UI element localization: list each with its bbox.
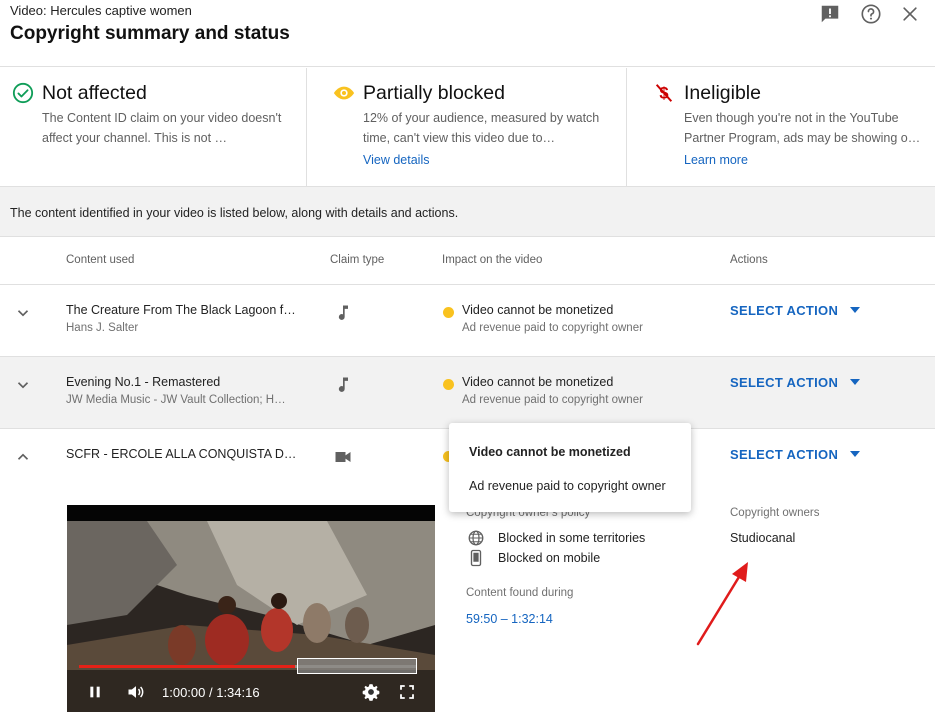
select-action-button[interactable]: SELECT ACTION — [730, 303, 838, 318]
help-icon[interactable] — [859, 2, 883, 26]
chevron-down-icon[interactable] — [14, 304, 32, 322]
column-header-claim-type: Claim type — [330, 254, 385, 266]
caret-down-icon[interactable] — [850, 307, 860, 313]
music-note-icon — [338, 305, 348, 320]
select-action-button[interactable]: SELECT ACTION — [730, 447, 838, 462]
video-frame-image — [67, 505, 435, 712]
dialog-header: Video: Hercules captive women Copyright … — [0, 0, 935, 67]
card-text: 12% of your audience, measured by watch … — [363, 111, 600, 145]
policy-item: Blocked on mobile — [498, 551, 601, 565]
settings-button[interactable] — [361, 682, 381, 702]
progress-bar[interactable] — [79, 665, 295, 668]
eye-icon — [333, 86, 355, 100]
impact-title: Video cannot be monetized — [462, 375, 614, 389]
fullscreen-icon — [400, 685, 414, 699]
info-bar: The content identified in your video is … — [0, 186, 935, 237]
column-header-impact: Impact on the video — [442, 254, 543, 266]
status-card-partially-blocked: Partially blocked 12% of your audience, … — [306, 68, 626, 186]
select-action-button[interactable]: SELECT ACTION — [730, 375, 838, 390]
card-title: Not affected — [42, 82, 147, 104]
mobile-icon — [470, 549, 482, 567]
content-found-range-link[interactable]: 59:50 – 1:32:14 — [466, 612, 553, 626]
status-card-not-affected: Not affected The Content ID claim on you… — [0, 68, 306, 186]
pause-icon — [90, 686, 100, 698]
impact-tooltip: Video cannot be monetized Ad revenue pai… — [449, 423, 691, 512]
volume-button[interactable] — [125, 682, 147, 702]
tooltip-text: Ad revenue paid to copyright owner — [469, 479, 666, 493]
card-title: Ineligible — [684, 82, 761, 104]
content-subtitle: JW Media Music - JW Vault Collection; H… — [66, 394, 286, 406]
feedback-icon[interactable] — [818, 2, 842, 26]
content-subtitle: Hans J. Salter — [66, 322, 139, 334]
impact-status-dot — [443, 307, 454, 318]
dialog-title: Copyright summary and status — [10, 23, 290, 44]
status-card-ineligible: $ Ineligible Even though you're not in t… — [626, 68, 935, 186]
time-display: 1:00:00 / 1:34:16 — [162, 685, 260, 700]
tooltip-title: Video cannot be monetized — [469, 445, 631, 459]
volume-icon — [128, 686, 144, 698]
close-icon[interactable] — [898, 2, 922, 26]
content-title: The Creature From The Black Lagoon f… — [66, 303, 296, 317]
learn-more-link[interactable]: Learn more — [684, 153, 748, 167]
policy-item: Blocked in some territories — [498, 531, 646, 545]
content-title: SCFR - ERCOLE ALLA CONQUISTA DA… — [66, 447, 302, 461]
music-note-icon — [338, 377, 348, 392]
table-row[interactable]: Evening No.1 - Remastered JW Media Music… — [0, 357, 935, 429]
fullscreen-button[interactable] — [398, 682, 416, 702]
globe-icon — [468, 530, 484, 546]
videocam-icon — [335, 452, 351, 462]
card-title: Partially blocked — [363, 82, 505, 104]
impact-subtitle: Ad revenue paid to copyright owner — [462, 394, 643, 406]
copyright-owners-label: Copyright owners — [730, 507, 820, 519]
card-text: The Content ID claim on your video doesn… — [42, 111, 282, 145]
view-details-link[interactable]: View details — [363, 153, 429, 167]
pause-button[interactable] — [87, 682, 103, 702]
column-header-actions: Actions — [730, 254, 768, 266]
copyright-owner-name: Studiocanal — [730, 531, 796, 545]
caret-down-icon[interactable] — [850, 379, 860, 385]
table-row[interactable]: The Creature From The Black Lagoon f… Ha… — [0, 285, 935, 357]
info-text: The content identified in your video is … — [10, 206, 459, 220]
no-money-icon: $ — [655, 84, 673, 103]
card-text: Even though you're not in the YouTube Pa… — [684, 111, 921, 145]
impact-subtitle: Ad revenue paid to copyright owner — [462, 322, 643, 334]
annotation-arrow-icon — [696, 562, 748, 646]
content-title: Evening No.1 - Remastered — [66, 375, 221, 389]
caret-down-icon[interactable] — [850, 451, 860, 457]
video-player[interactable]: 1:00:00 / 1:34:16 — [67, 505, 435, 712]
impact-title: Video cannot be monetized — [462, 303, 614, 317]
column-header-content: Content used — [66, 254, 135, 266]
seek-preview[interactable] — [297, 658, 417, 674]
status-cards: Not affected The Content ID claim on you… — [0, 68, 935, 186]
chevron-down-icon[interactable] — [14, 376, 32, 394]
chevron-up-icon[interactable] — [14, 448, 32, 466]
gear-icon — [362, 684, 380, 701]
check-circle-icon — [12, 82, 34, 104]
impact-status-dot — [443, 379, 454, 390]
content-found-label: Content found during — [466, 587, 574, 599]
video-title: Video: Hercules captive women — [10, 3, 192, 18]
